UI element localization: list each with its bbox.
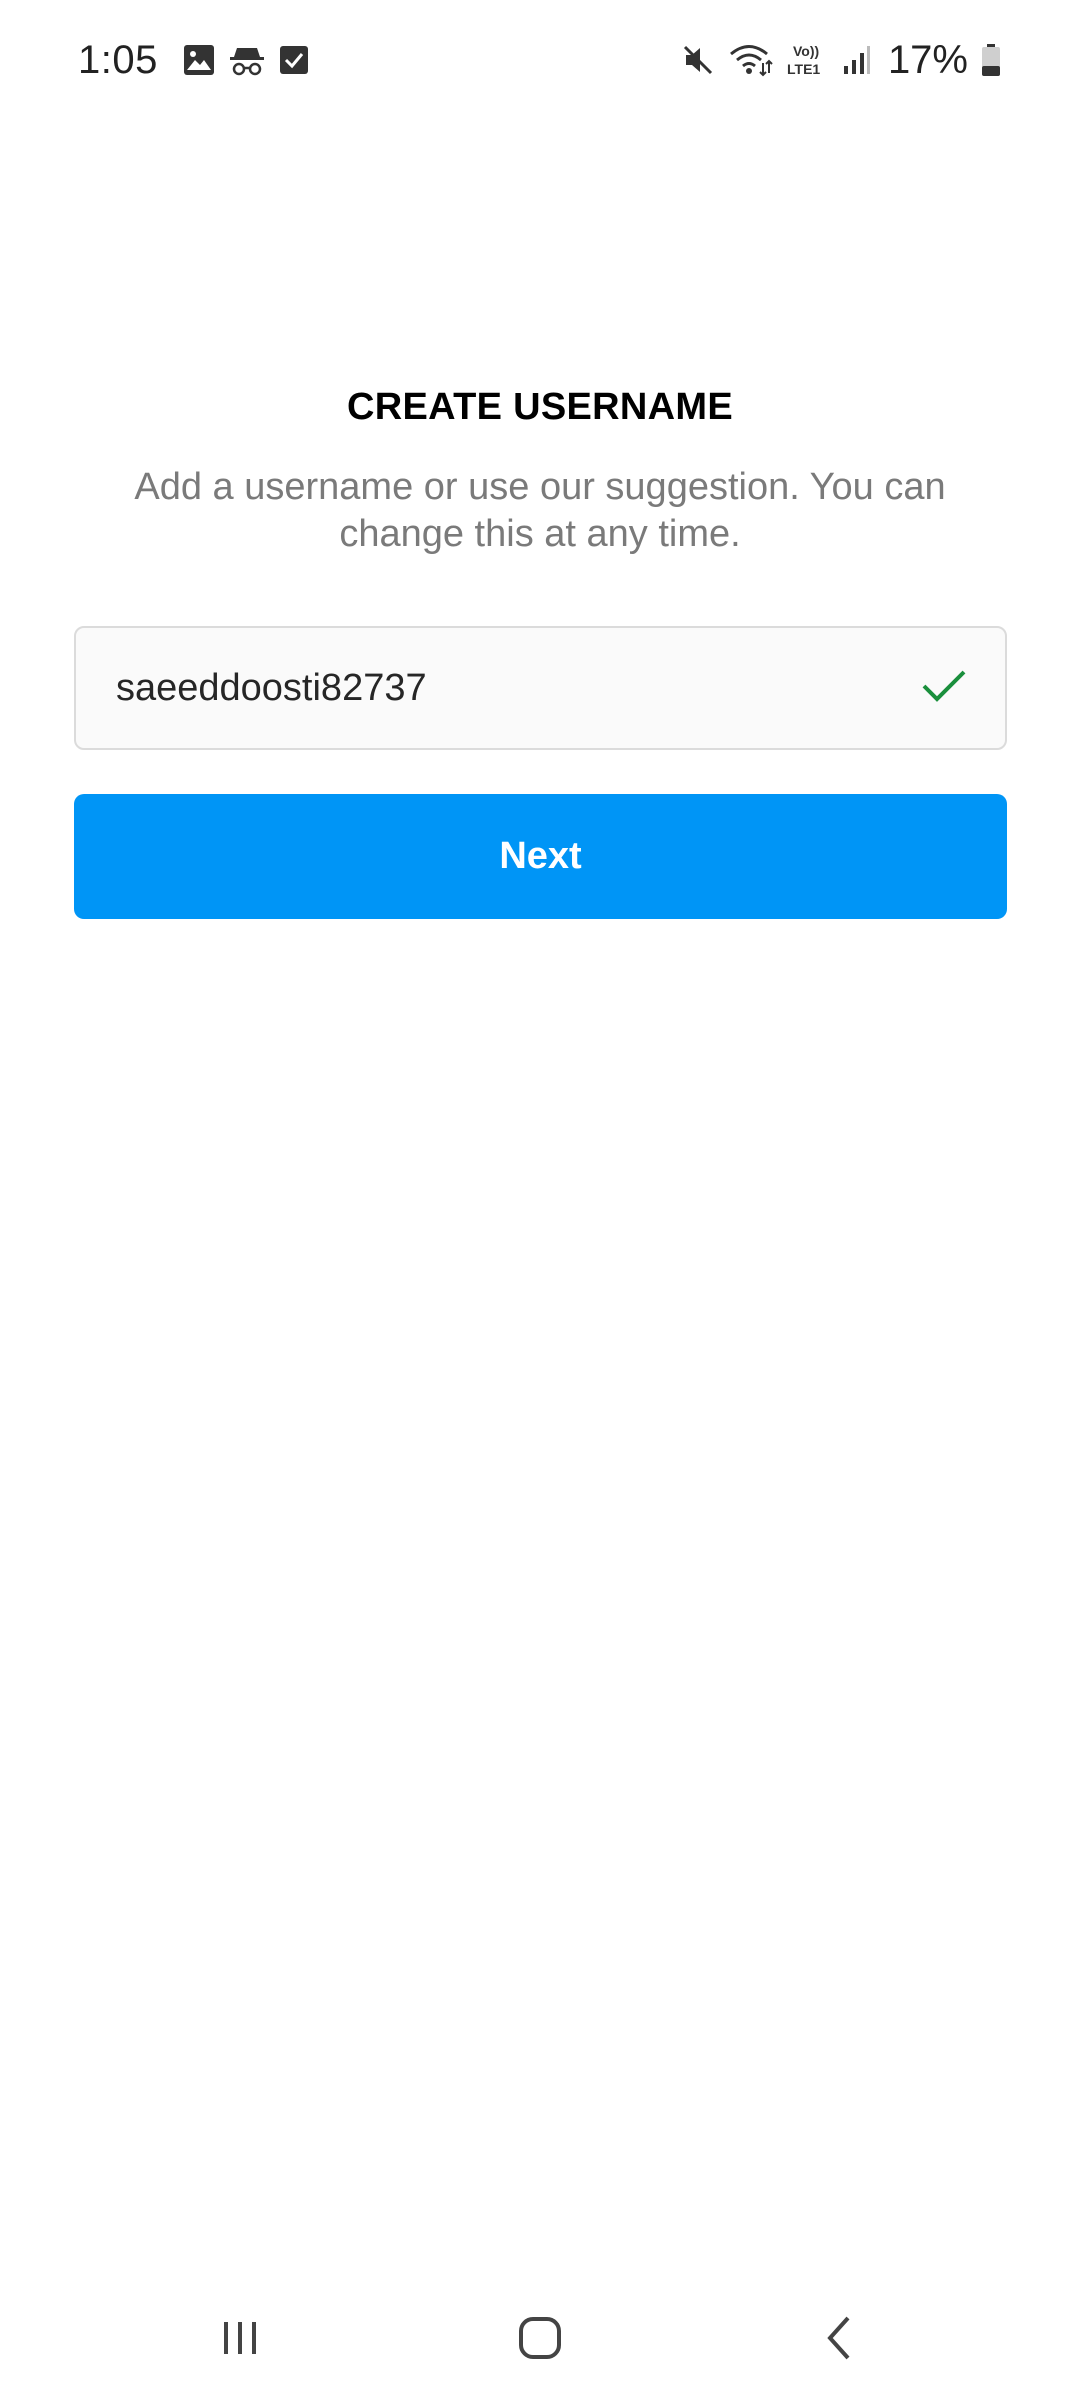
volte-icon: Vo)) LTE1 (787, 42, 829, 78)
navigation-bar (0, 2280, 1080, 2400)
create-username-screen: 1:05 Vo)) LTE1 17% CREATE USERNAME Add a… (0, 0, 1080, 2400)
mute-icon (681, 43, 715, 77)
back-button[interactable] (770, 2290, 910, 2390)
gallery-icon (183, 44, 215, 76)
recent-apps-button[interactable] (170, 2290, 310, 2390)
status-time: 1:05 (78, 37, 158, 82)
volte-label-bottom: LTE1 (787, 61, 820, 77)
battery-icon (981, 43, 1001, 77)
home-icon (516, 2314, 564, 2367)
recent-apps-icon (218, 2316, 262, 2365)
incognito-icon (229, 44, 265, 76)
back-icon (820, 2314, 860, 2367)
checkbox-icon (279, 45, 309, 75)
home-button[interactable] (470, 2290, 610, 2390)
username-input[interactable]: saeeddoosti82737 (74, 626, 1007, 750)
signal-icon (843, 44, 871, 76)
page-title: CREATE USERNAME (347, 386, 733, 428)
username-value[interactable]: saeeddoosti82737 (116, 667, 427, 710)
battery-percent: 17% (887, 37, 968, 82)
status-right: Vo)) LTE1 17% (674, 38, 1008, 83)
volte-label-top: Vo)) (793, 43, 819, 59)
checkmark-icon (921, 668, 967, 709)
status-left: 1:05 (78, 38, 316, 83)
wifi-icon (729, 43, 773, 77)
page-subtitle: Add a username or use our suggestion. Yo… (134, 466, 946, 555)
status-bar: 1:05 Vo)) LTE1 17% (0, 0, 1080, 120)
next-button[interactable]: Next (74, 794, 1007, 919)
